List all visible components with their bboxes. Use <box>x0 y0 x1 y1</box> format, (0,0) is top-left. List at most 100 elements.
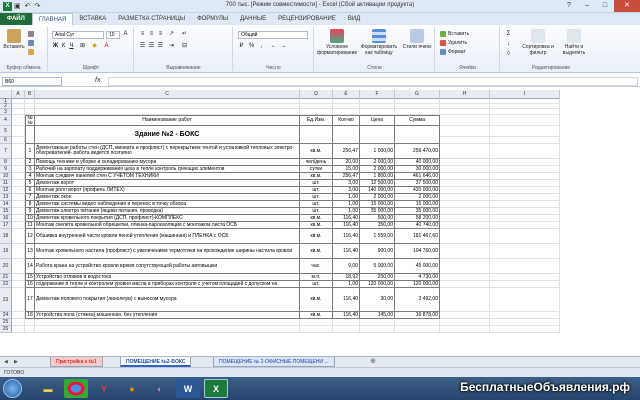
work-name-cell[interactable]: Демонтаж кровельного покрытия (ДСП, проф… <box>35 215 300 222</box>
sum-cell[interactable]: 40 000,00 <box>395 159 440 166</box>
section-unit-cell[interactable] <box>300 126 333 144</box>
italic-button[interactable]: К <box>60 43 67 50</box>
delete-cells-button[interactable]: Удалить <box>440 40 467 46</box>
cell-styles-button[interactable]: Стили ячеек <box>401 29 433 50</box>
grid-cell[interactable] <box>490 115 560 126</box>
grid-cell[interactable] <box>440 187 490 194</box>
unit-cell[interactable]: чел/день <box>300 159 333 166</box>
grid-cell[interactable] <box>12 137 25 144</box>
grid-cell[interactable] <box>490 194 560 201</box>
sort-filter-button[interactable]: Сортировка и фильтр <box>521 29 555 56</box>
header-unit[interactable]: Ед.Изм. <box>300 115 333 126</box>
grid-cell[interactable] <box>12 312 25 319</box>
grid-cell[interactable] <box>360 319 395 326</box>
fx-icon[interactable]: fx <box>95 77 100 84</box>
column-header-c[interactable]: C <box>35 90 300 99</box>
qty-cell[interactable]: 116,40 <box>333 229 360 244</box>
fill-color-button[interactable]: ◆ <box>91 43 98 50</box>
qty-cell[interactable]: 18,92 <box>333 274 360 281</box>
row-number-cell[interactable]: 1 <box>25 144 35 159</box>
grid-cell[interactable] <box>440 288 490 312</box>
column-header-g[interactable]: G <box>395 90 440 99</box>
unit-cell[interactable]: час. <box>300 259 333 274</box>
section-price-cell[interactable] <box>360 126 395 144</box>
copy-button[interactable] <box>28 40 34 46</box>
grid-cell[interactable] <box>12 180 25 187</box>
row-header[interactable]: 25 <box>0 319 12 326</box>
grid-cell[interactable] <box>360 326 395 333</box>
align-left-button[interactable]: ☰ <box>139 43 146 50</box>
qty-cell[interactable]: 116,40 <box>333 244 360 259</box>
work-name-cell[interactable]: Демонтаж обслуживающего оборудования для… <box>35 281 300 288</box>
grid-cell[interactable] <box>490 288 560 312</box>
row-number-cell[interactable]: 12 <box>25 229 35 244</box>
grid-cell[interactable] <box>395 326 440 333</box>
row-header[interactable]: 14 <box>0 201 12 208</box>
sum-cell[interactable]: 45 000,00 <box>395 259 440 274</box>
grid-cell[interactable] <box>440 126 490 137</box>
grid-cell[interactable] <box>490 201 560 208</box>
row-number-cell[interactable]: 3 <box>25 166 35 173</box>
grid-cell[interactable] <box>490 274 560 281</box>
price-cell[interactable]: 1 559,00 <box>360 229 395 244</box>
grid-cell[interactable] <box>490 144 560 159</box>
qty-cell[interactable]: 1,00 <box>333 194 360 201</box>
qty-cell[interactable]: 116,40 <box>333 215 360 222</box>
find-select-button[interactable]: Найти и выделить <box>557 29 591 56</box>
row-number-cell[interactable]: 14 <box>25 259 35 274</box>
borders-button[interactable]: ⊞ <box>79 43 86 50</box>
grid-cell[interactable] <box>12 187 25 194</box>
grid-cell[interactable] <box>490 222 560 229</box>
grid-cell[interactable] <box>12 208 25 215</box>
grid-cell[interactable] <box>440 319 490 326</box>
grid-cell[interactable] <box>490 180 560 187</box>
qty-cell[interactable]: 3,00 <box>333 187 360 194</box>
grid-cell[interactable] <box>440 159 490 166</box>
grid-cell[interactable] <box>300 326 333 333</box>
merge-button[interactable]: ⊟ <box>181 43 188 50</box>
price-cell[interactable]: 120 000,00 <box>360 281 395 288</box>
fill-button[interactable]: ↓ <box>505 41 512 48</box>
grid-cell[interactable] <box>440 194 490 201</box>
grid-cell[interactable] <box>440 137 490 144</box>
grid-cell[interactable] <box>490 229 560 244</box>
format-cells-button[interactable]: Формат <box>440 49 466 55</box>
grid-cell[interactable] <box>490 208 560 215</box>
row-header[interactable]: 11 <box>0 180 12 187</box>
align-bottom-button[interactable]: ≡ <box>157 31 164 38</box>
row-number-cell[interactable]: 16 <box>25 281 35 288</box>
sheet-tab-offices[interactable]: ПОМЕЩЕНИЕ № 2-ОФИСНЫЕ ПОМЕЩЕНИ ... <box>213 357 335 367</box>
grid-cell[interactable] <box>490 173 560 180</box>
sum-cell[interactable]: 58 200,00 <box>395 215 440 222</box>
row-header[interactable]: 20 <box>0 259 12 274</box>
tab-formulas[interactable]: ФОРМУЛЫ <box>191 13 234 25</box>
align-top-button[interactable]: ≡ <box>139 31 146 38</box>
work-name-cell[interactable]: Монтаж кровельного настила (профлист) с … <box>35 244 300 259</box>
sum-cell[interactable]: 4 730,00 <box>395 274 440 281</box>
sum-cell[interactable]: 461 646,00 <box>395 173 440 180</box>
price-cell[interactable]: 900,00 <box>360 244 395 259</box>
decrease-decimal-button[interactable]: → <box>280 43 287 50</box>
grid-cell[interactable] <box>35 319 300 326</box>
insert-cells-button[interactable]: Вставить <box>440 31 469 37</box>
grid-cell[interactable] <box>490 326 560 333</box>
qty-cell[interactable]: 1,00 <box>333 208 360 215</box>
section-title[interactable]: Здание №2 - БОКС <box>35 126 300 144</box>
sum-cell[interactable]: 420 000,00 <box>395 187 440 194</box>
grid-cell[interactable] <box>440 274 490 281</box>
price-cell[interactable]: 35 000,00 <box>360 208 395 215</box>
grid-cell[interactable] <box>333 319 360 326</box>
grid-cell[interactable] <box>440 281 490 288</box>
qty-cell[interactable]: 256,47 <box>333 173 360 180</box>
sum-cell[interactable]: 181 467,60 <box>395 229 440 244</box>
price-cell[interactable]: 2 000,00 <box>360 194 395 201</box>
orientation-button[interactable]: ↗ <box>168 31 175 38</box>
unit-cell[interactable]: шт. <box>300 208 333 215</box>
word-icon[interactable]: W <box>176 379 200 398</box>
next-sheet-icon[interactable]: ▶ <box>14 359 18 365</box>
font-name-select[interactable]: Arial Cyr <box>52 31 104 39</box>
grid-cell[interactable] <box>490 281 560 288</box>
work-name-cell[interactable]: Монтаж скелета кровельной обрешетки, пле… <box>35 222 300 229</box>
row-number-cell[interactable]: 13 <box>25 244 35 259</box>
qty-cell[interactable]: 3,00 <box>333 180 360 187</box>
